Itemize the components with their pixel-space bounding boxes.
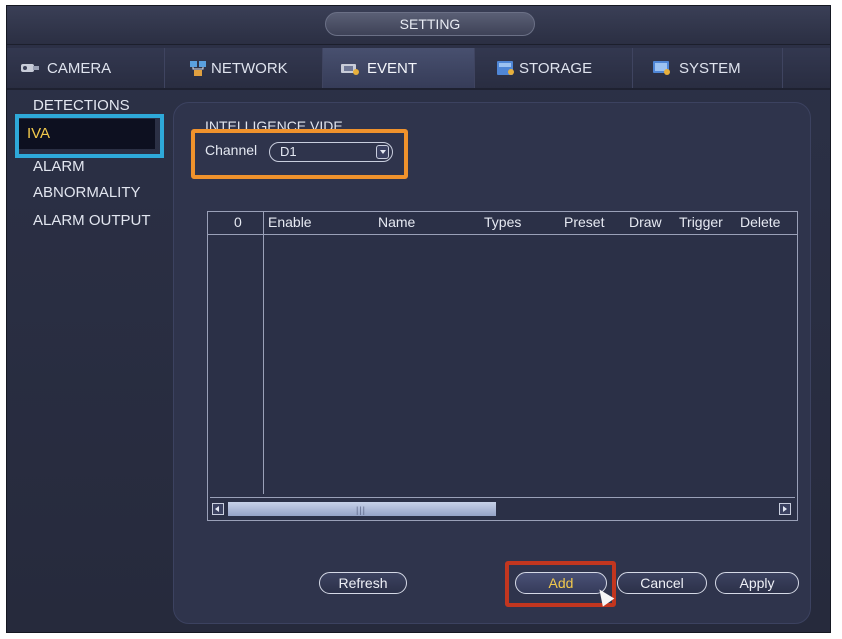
iva-rule-table: 0 Enable Name Types Preset Draw Trigger …: [207, 211, 798, 521]
chevron-down-icon[interactable]: [376, 145, 389, 159]
network-icon: [187, 59, 209, 77]
main-tab-bar: CAMERA NETWORK EVENT STORAGE SYSTEM: [7, 48, 830, 90]
camera-icon: [19, 59, 41, 77]
scroll-right-icon[interactable]: [779, 503, 791, 515]
title-bar: SETTING: [7, 6, 830, 45]
tab-camera[interactable]: CAMERA: [7, 48, 165, 88]
tab-label: EVENT: [367, 59, 418, 77]
tab-label: SYSTEM: [679, 59, 741, 77]
column-divider: [263, 212, 264, 494]
sidebar-item-alarm-output[interactable]: ALARM OUTPUT: [33, 212, 151, 229]
scrollbar-grip: |||: [356, 505, 367, 515]
tab-event[interactable]: EVENT: [323, 48, 475, 88]
channel-select[interactable]: D1: [269, 142, 393, 162]
settings-window: SETTING CAMERA NETWORK EVENT STORAGE SYS…: [6, 5, 831, 633]
column-header-preset: Preset: [564, 214, 605, 230]
cancel-button[interactable]: Cancel: [617, 572, 707, 594]
highlight-box-iva: [15, 114, 164, 158]
column-header-enable: Enable: [268, 214, 312, 230]
tab-storage[interactable]: STORAGE: [475, 48, 633, 88]
column-header-types: Types: [484, 214, 522, 230]
column-header-trigger: Trigger: [679, 214, 723, 230]
horizontal-scrollbar[interactable]: |||: [210, 497, 795, 517]
tab-label: CAMERA: [47, 59, 112, 77]
tab-system[interactable]: SYSTEM: [633, 48, 783, 88]
sidebar-item-abnormality[interactable]: ABNORMALITY: [33, 184, 141, 201]
column-header-delete: Delete: [740, 214, 781, 230]
system-icon: [651, 59, 673, 77]
window-title: SETTING: [325, 12, 535, 36]
sidebar-item-detections[interactable]: DETECTIONS: [33, 97, 130, 114]
channel-label: Channel: [205, 142, 258, 158]
column-header-name: Name: [378, 214, 416, 230]
tab-network[interactable]: NETWORK: [165, 48, 323, 88]
storage-icon: [495, 59, 517, 77]
table-header: 0 Enable Name Types Preset Draw Trigger …: [208, 212, 797, 235]
event-icon: [339, 59, 361, 77]
tab-label: STORAGE: [519, 59, 593, 77]
tab-label: NETWORK: [211, 59, 288, 77]
scrollbar-thumb[interactable]: |||: [228, 502, 496, 516]
channel-value: D1: [280, 144, 297, 159]
column-header-index: 0: [234, 214, 242, 230]
sidebar-item-alarm[interactable]: ALARM: [33, 158, 85, 175]
apply-button[interactable]: Apply: [715, 572, 799, 594]
scroll-left-icon[interactable]: [212, 503, 224, 515]
column-header-draw: Draw: [629, 214, 662, 230]
refresh-button[interactable]: Refresh: [319, 572, 407, 594]
